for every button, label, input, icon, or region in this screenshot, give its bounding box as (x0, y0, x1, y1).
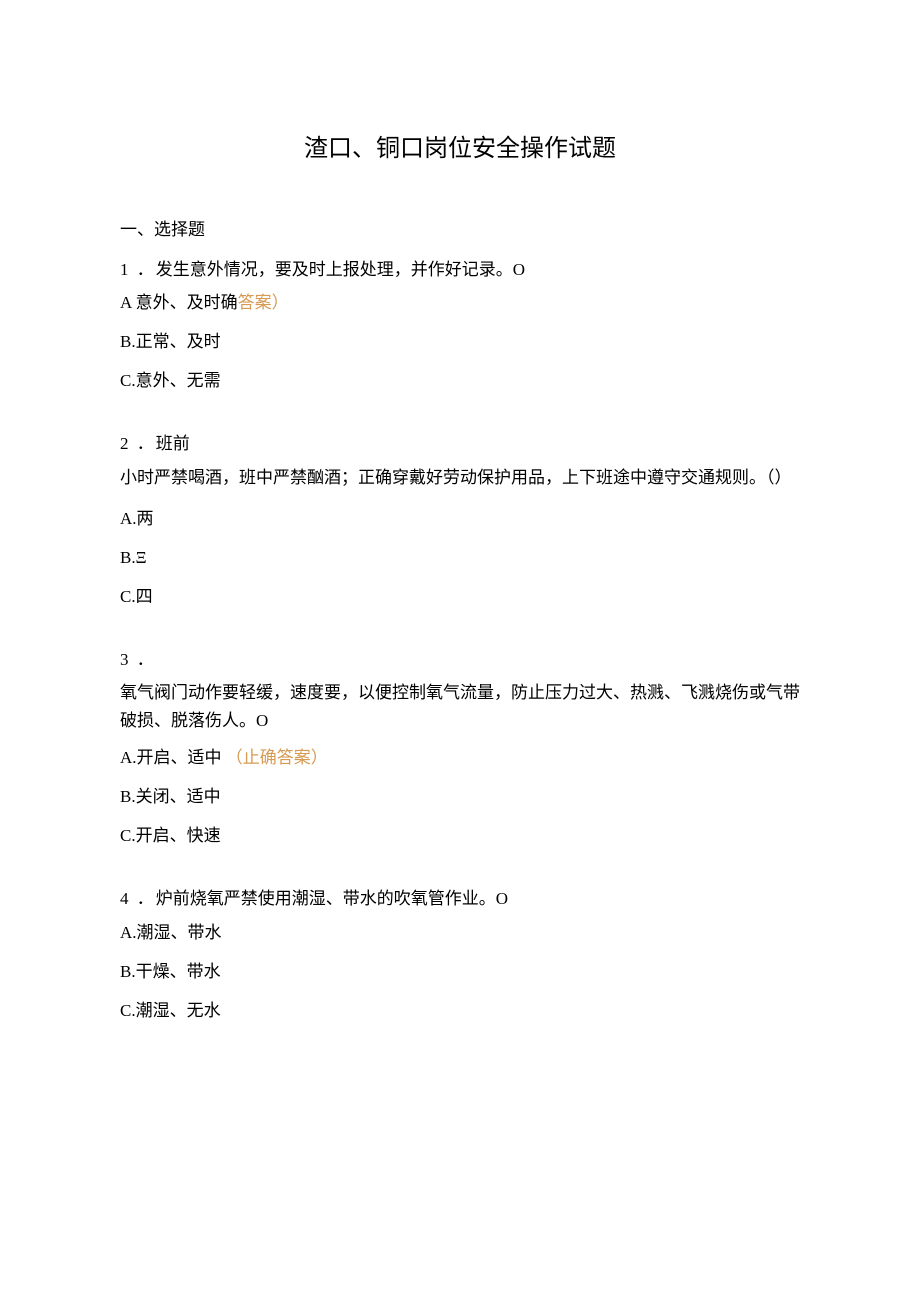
question-number: 3 ． (120, 650, 156, 669)
answer-marker: （止确答案） (226, 748, 328, 767)
question-text: 氧气阀门动作要轻缓，速度要，以便控制氧气流量，防止压力过大、热溅、飞溅烧伤或气带… (120, 679, 800, 733)
question-text: 发生意外情况，要及时上报处理，并作好记录。O (156, 260, 525, 279)
option-c: C.意外、无需 (120, 367, 800, 394)
question-text: 炉前烧氧严禁使用潮湿、带水的吹氧管作业。O (156, 889, 508, 908)
question-stem: 1 ．发生意外情况，要及时上报处理，并作好记录。O (120, 256, 800, 283)
question-stem: 4 ．炉前烧氧严禁使用潮湿、带水的吹氧管作业。O (120, 885, 800, 912)
option-text: A.开启、适中 (120, 748, 226, 767)
option-b: B.干燥、带水 (120, 958, 800, 985)
document-page: 渣口、铜口岗位安全操作试题 一、选择题 1 ．发生意外情况，要及时上报处理，并作… (0, 0, 920, 1140)
section-label: 一、选择题 (120, 216, 800, 243)
option-c: C.潮湿、无水 (120, 997, 800, 1024)
answer-marker: 答案） (238, 293, 289, 312)
question-number: 1 ． (120, 260, 156, 279)
option-a: A.潮湿、带水 (120, 919, 800, 946)
option-text: A 意外、及时确 (120, 293, 238, 312)
question-line-1: 2 ．班前 (120, 430, 800, 457)
question-number: 2 ． (120, 434, 156, 453)
question-1: 1 ．发生意外情况，要及时上报处理，并作好记录。O A 意外、及时确答案） B.… (120, 256, 800, 395)
question-number: 4 ． (120, 889, 156, 908)
question-4: 4 ．炉前烧氧严禁使用潮湿、带水的吹氧管作业。O A.潮湿、带水 B.干燥、带水… (120, 885, 800, 1024)
question-2: 2 ．班前 小时严禁喝酒，班中严禁酗酒；正确穿戴好劳动保护用品，上下班途中遵守交… (120, 430, 800, 610)
option-a: A 意外、及时确答案） (120, 289, 800, 316)
option-c: C.开启、快速 (120, 822, 800, 849)
option-c: C.四 (120, 583, 800, 610)
option-a: A.两 (120, 505, 800, 532)
question-3: 3 ． 氧气阀门动作要轻缓，速度要，以便控制氧气流量，防止压力过大、热溅、飞溅烧… (120, 646, 800, 849)
page-title: 渣口、铜口岗位安全操作试题 (120, 130, 800, 168)
question-text: 班前 (156, 434, 190, 453)
option-b: B.关闭、适中 (120, 783, 800, 810)
option-b: B.正常、及时 (120, 328, 800, 355)
question-number-line: 3 ． (120, 646, 800, 673)
option-b: B.Ξ (120, 544, 800, 571)
option-a: A.开启、适中 （止确答案） (120, 744, 800, 771)
question-line-2: 小时严禁喝酒，班中严禁酗酒；正确穿戴好劳动保护用品，上下班途中遵守交通规则。（） (120, 464, 800, 491)
